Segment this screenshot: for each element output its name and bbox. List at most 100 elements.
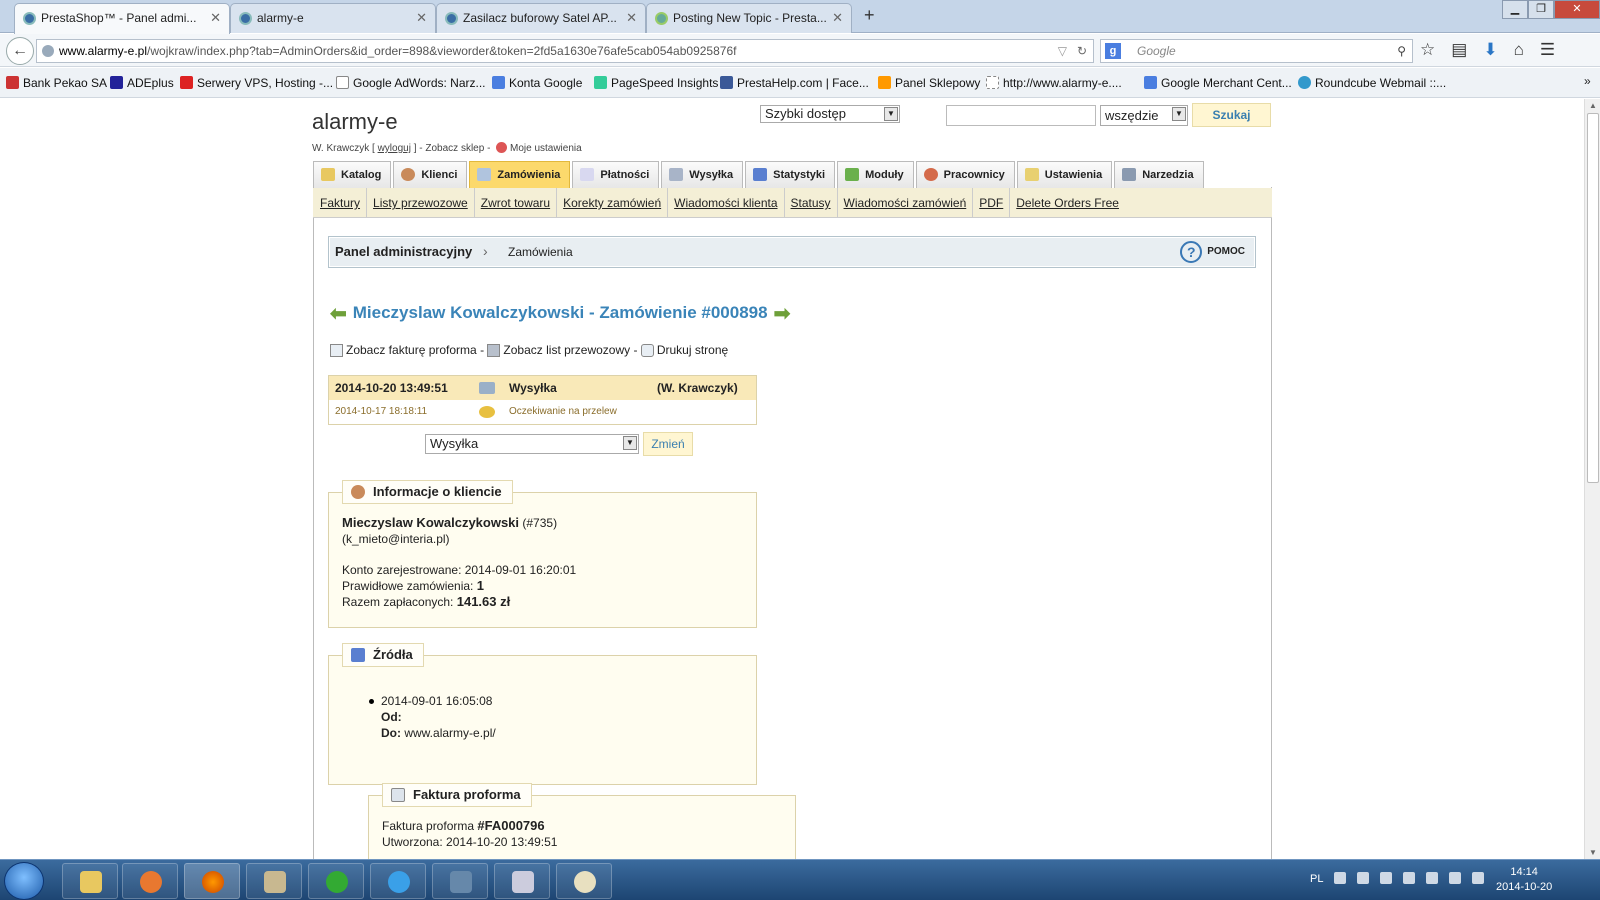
- url-dropdown-icon[interactable]: ▽: [1058, 40, 1067, 62]
- submenu-wiadomosci-klienta[interactable]: Wiadomości klienta: [668, 188, 785, 218]
- tray-app-icon[interactable]: [1357, 872, 1370, 884]
- address-bar[interactable]: www.alarmy-e.pl/wojkraw/index.php?tab=Ad…: [36, 39, 1094, 63]
- tab-ustawienia[interactable]: Ustawienia: [1016, 161, 1113, 189]
- restore-icon[interactable]: ❐: [1528, 0, 1554, 19]
- home-icon[interactable]: ⌂: [1514, 40, 1524, 60]
- browser-tab-zasilacz[interactable]: Zasilacz buforowy Satel AP... ✕: [436, 3, 646, 33]
- breadcrumb-root[interactable]: Panel administracyjny: [335, 244, 472, 259]
- submenu-pdf[interactable]: PDF: [973, 188, 1011, 218]
- scroll-up-icon[interactable]: ▲: [1589, 101, 1597, 110]
- view-proforma-link[interactable]: Zobacz fakturę proforma: [346, 343, 477, 357]
- tray-app-icon[interactable]: [1403, 872, 1416, 884]
- print-page-link[interactable]: Drukuj stronę: [657, 343, 728, 357]
- submenu-faktury[interactable]: Faktury: [320, 188, 368, 218]
- previous-order-arrow-icon[interactable]: ⬅: [330, 301, 347, 326]
- close-window-icon[interactable]: ✕: [1554, 0, 1600, 19]
- browser-tab-posting[interactable]: Posting New Topic - Presta... ✕: [646, 3, 852, 33]
- menu-icon[interactable]: ☰: [1540, 40, 1555, 60]
- change-status-button[interactable]: Zmień: [643, 432, 693, 456]
- bookmark-item[interactable]: PrestaHelp.com | Face...: [720, 76, 869, 90]
- keyboard-icon[interactable]: [1334, 872, 1347, 884]
- tab-statystyki[interactable]: Statystyki: [745, 161, 836, 189]
- order-status-select[interactable]: Wysyłka ▼: [425, 434, 639, 454]
- view-delivery-slip-link[interactable]: Zobacz list przewozowy: [503, 343, 630, 357]
- logout-link[interactable]: wyloguj: [378, 143, 411, 154]
- bookmark-item[interactable]: Roundcube Webmail ::...: [1298, 76, 1446, 90]
- quick-access-select[interactable]: Szybki dostęp ▼: [760, 105, 900, 123]
- chrome-tray-icon[interactable]: [1380, 872, 1393, 884]
- help-button[interactable]: ? POMOC: [1180, 241, 1245, 263]
- new-tab-icon[interactable]: +: [864, 5, 875, 26]
- search-button[interactable]: Szukaj: [1192, 103, 1271, 127]
- taskbar-media[interactable]: [122, 863, 178, 899]
- submenu-zwrot-towaru[interactable]: Zwrot towaru: [475, 188, 558, 218]
- bookmark-item[interactable]: Panel Sklepowy: [878, 76, 980, 90]
- taskbar-firefox[interactable]: [184, 863, 240, 899]
- tab-zamowienia[interactable]: Zamówienia: [469, 161, 571, 189]
- page-scrollbar[interactable]: ▲ ▼: [1584, 99, 1600, 859]
- bookmark-item[interactable]: ADEplus: [110, 76, 174, 90]
- customer-name[interactable]: Mieczyslaw Kowalczykowski: [342, 515, 519, 530]
- tab-moduly[interactable]: Moduły: [837, 161, 914, 189]
- facebook-icon: [720, 76, 733, 89]
- tab-narzedzia[interactable]: Narzedzia: [1114, 161, 1204, 189]
- next-order-arrow-icon[interactable]: ➡: [774, 301, 791, 326]
- reading-list-icon[interactable]: ▤: [1451, 40, 1467, 60]
- search-scope-select[interactable]: wszędzie ▼: [1100, 105, 1188, 126]
- close-tab-icon[interactable]: ✕: [832, 4, 843, 32]
- view-shop-link[interactable]: Zobacz sklep: [425, 143, 484, 154]
- taskbar-app-e[interactable]: [308, 863, 364, 899]
- submenu-korekty[interactable]: Korekty zamówień: [557, 188, 669, 218]
- bookmark-item[interactable]: Google Merchant Cent...: [1144, 76, 1292, 90]
- taskbar-pictures[interactable]: [432, 863, 488, 899]
- close-tab-icon[interactable]: ✕: [416, 4, 427, 32]
- clock[interactable]: 14:14 2014-10-20: [1496, 865, 1552, 895]
- close-tab-icon[interactable]: ✕: [210, 4, 221, 32]
- bookmark-item[interactable]: Google AdWords: Narz...: [336, 76, 486, 90]
- submenu-statusy[interactable]: Statusy: [785, 188, 838, 218]
- taskbar-paint[interactable]: [556, 863, 612, 899]
- bookmark-item[interactable]: Bank Pekao SA: [6, 76, 107, 90]
- my-settings-link[interactable]: Moje ustawienia: [510, 143, 582, 154]
- language-indicator[interactable]: PL: [1310, 873, 1323, 885]
- invoice-number[interactable]: #FA000796: [477, 818, 544, 833]
- source-to-link[interactable]: www.alarmy-e.pl/: [404, 726, 495, 740]
- flag-icon[interactable]: [1426, 872, 1439, 884]
- tab-pracownicy[interactable]: Pracownicy: [915, 161, 1015, 189]
- bookmark-item[interactable]: PageSpeed Insights: [594, 76, 718, 90]
- volume-icon[interactable]: [1472, 872, 1485, 884]
- submenu-wiadomosci-zamowien[interactable]: Wiadomości zamówień: [838, 188, 974, 218]
- tab-klienci[interactable]: Klienci: [393, 161, 468, 189]
- back-arrow-icon[interactable]: ←: [6, 37, 34, 65]
- minimize-icon[interactable]: ▁: [1502, 0, 1528, 19]
- network-icon[interactable]: [1449, 872, 1462, 884]
- browser-tab-prestashop[interactable]: PrestaShop™ - Panel admi... ✕: [14, 3, 230, 34]
- scroll-down-icon[interactable]: ▼: [1589, 848, 1597, 857]
- submenu-delete-orders[interactable]: Delete Orders Free: [1010, 188, 1125, 218]
- chevron-down-icon: ▼: [623, 436, 637, 450]
- browser-tab-alarmy[interactable]: alarmy-e ✕: [230, 3, 436, 33]
- bookmark-item[interactable]: http://www.alarmy-e....: [986, 76, 1122, 90]
- taskbar-ie[interactable]: [370, 863, 426, 899]
- reload-icon[interactable]: ↻: [1077, 40, 1087, 62]
- windows-start-icon[interactable]: [4, 862, 44, 900]
- tab-wysylka[interactable]: Wysyłka: [661, 161, 744, 189]
- admin-search-input[interactable]: [946, 105, 1096, 126]
- bookmark-item[interactable]: Serwery VPS, Hosting -...: [180, 76, 333, 90]
- taskbar-calculator[interactable]: [494, 863, 550, 899]
- tab-platnosci[interactable]: Płatności: [572, 161, 660, 189]
- forum-favicon-icon: [655, 12, 668, 25]
- submenu-listy-przewozowe[interactable]: Listy przewozowe: [367, 188, 475, 218]
- scrollbar-thumb[interactable]: [1587, 113, 1599, 483]
- taskbar-files[interactable]: [246, 863, 302, 899]
- bookmark-star-icon[interactable]: ☆: [1420, 40, 1435, 60]
- close-tab-icon[interactable]: ✕: [626, 4, 637, 32]
- more-bookmarks-icon[interactable]: »: [1584, 74, 1591, 88]
- bookmark-item[interactable]: Konta Google: [492, 76, 582, 90]
- download-icon[interactable]: ⬇: [1483, 40, 1497, 60]
- tab-katalog[interactable]: Katalog: [313, 161, 392, 189]
- search-icon[interactable]: ⚲: [1397, 40, 1406, 62]
- browser-search-box[interactable]: g Google ⚲: [1100, 39, 1413, 63]
- customer-email[interactable]: (k_mieto@interia.pl): [342, 531, 450, 547]
- taskbar-explorer[interactable]: [62, 863, 118, 899]
